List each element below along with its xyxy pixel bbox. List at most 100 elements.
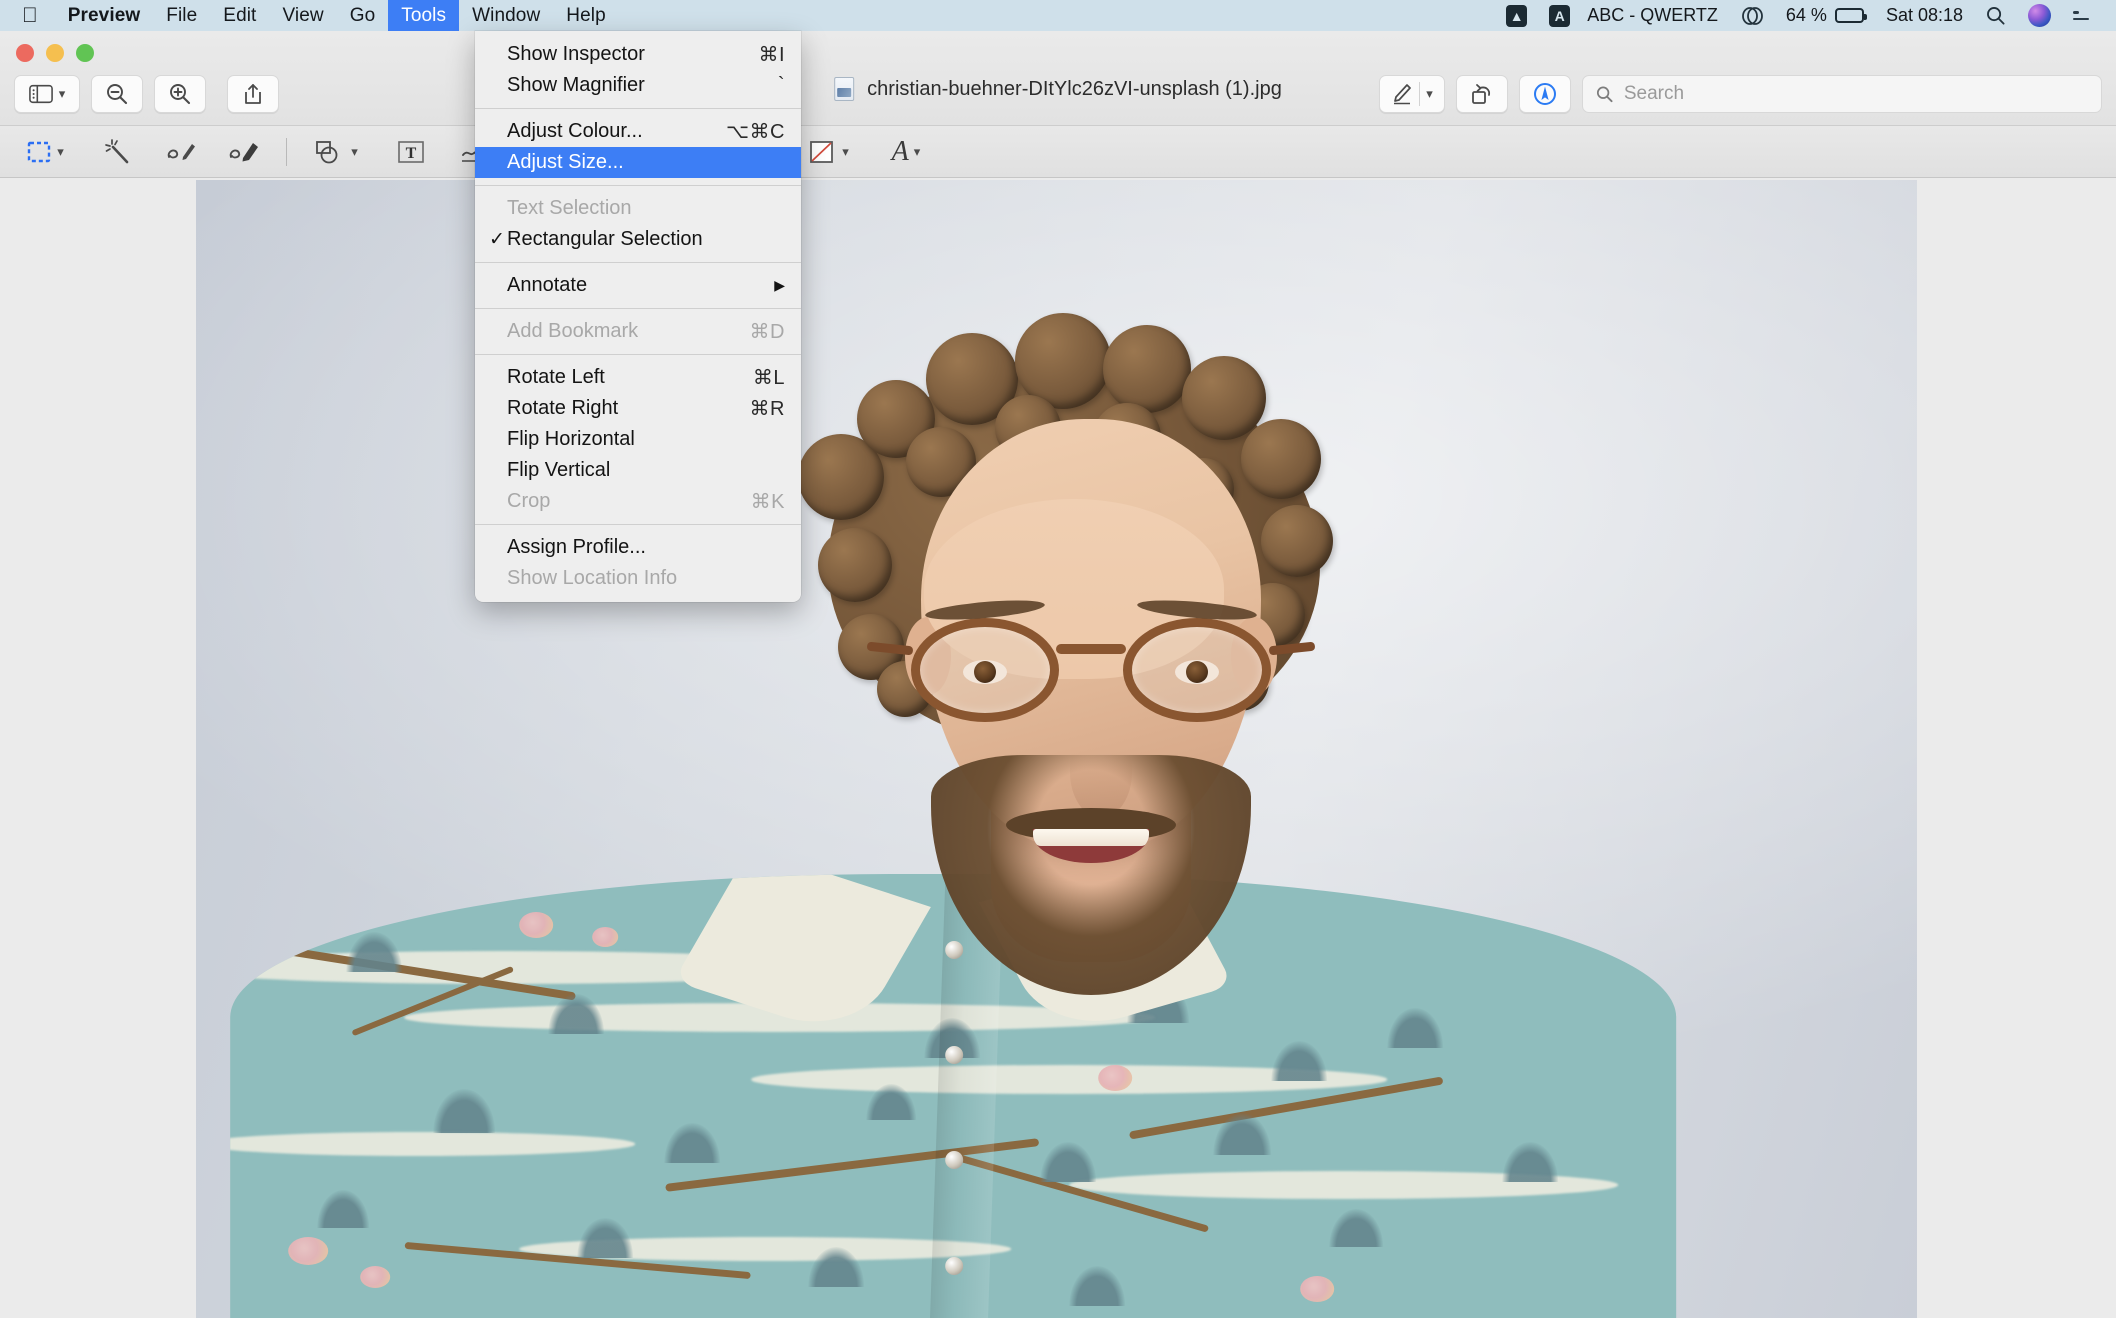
menu-item-rectangular-selection[interactable]: ✓ Rectangular Selection <box>475 224 801 255</box>
draw-marker-icon <box>229 142 258 161</box>
menu-item-shortcut: ⌥⌘C <box>726 121 785 143</box>
keyboard-badge-icon: A <box>1549 4 1571 27</box>
shirt-button <box>945 1256 964 1275</box>
zoom-in-button[interactable] <box>154 75 206 113</box>
instant-alpha-tool-button[interactable] <box>94 132 142 172</box>
menu-separator <box>475 524 801 525</box>
window-titlebar: ▾ christian-buehner-DItYlc26zVI-unsplash… <box>0 31 2116 126</box>
menu-item-rotate-left[interactable]: Rotate Left ⌘L <box>475 362 801 393</box>
menu-item-shortcut: ⌘L <box>752 367 785 389</box>
teeth <box>1032 828 1149 846</box>
selection-rect-icon <box>28 141 51 162</box>
minimize-button[interactable] <box>46 44 64 62</box>
menu-go[interactable]: Go <box>337 0 389 31</box>
menu-item-shortcut: ⌘R <box>749 398 785 420</box>
toolbar-divider <box>286 137 287 166</box>
zoom-out-button[interactable] <box>91 75 143 113</box>
search-icon <box>1596 86 1613 103</box>
search-input[interactable] <box>1623 83 2089 105</box>
screen-mirroring-icon[interactable] <box>1729 0 1775 31</box>
menu-bar-items:  Preview File Edit View Go Tools Window… <box>0 0 619 31</box>
keyboard-layout-label[interactable]: ABC - QWERTZ <box>1581 0 1729 31</box>
control-center-icon[interactable] <box>2062 0 2100 31</box>
markup-tool-button[interactable]: ▾ <box>1379 75 1445 113</box>
chevron-down-icon: ▾ <box>842 143 849 159</box>
shirt-button <box>945 1151 964 1170</box>
portrait-subject <box>196 180 1917 1318</box>
submenu-arrow-icon: ▶ <box>774 277 785 293</box>
menu-item-shortcut: ` <box>777 74 785 96</box>
checkmark-icon: ✓ <box>489 229 505 250</box>
pen-icon <box>1394 84 1412 105</box>
document-title-bar[interactable]: christian-buehner-DItYlc26zVI-unsplash (… <box>834 77 1282 101</box>
menu-tools[interactable]: Tools <box>388 0 460 31</box>
menu-item-flip-horizontal[interactable]: Flip Horizontal <box>475 424 801 455</box>
chevron-down-icon: ▾ <box>351 143 358 159</box>
menu-separator <box>475 308 801 309</box>
magic-wand-icon <box>105 138 129 163</box>
menu-preview[interactable]: Preview <box>55 0 154 31</box>
text-box-icon: T <box>398 140 424 163</box>
zoom-button[interactable] <box>76 44 94 62</box>
share-button[interactable] <box>227 75 279 113</box>
dropbox-icon[interactable]: ▲ <box>1495 0 1538 31</box>
battery-icon <box>1834 8 1867 23</box>
shape-style-button[interactable]: ▾ <box>797 132 859 172</box>
chevron-down-icon: ▾ <box>58 86 66 101</box>
menu-separator <box>475 354 801 355</box>
menu-item-label: Add Bookmark <box>507 320 639 342</box>
close-button[interactable] <box>16 44 34 62</box>
menu-view[interactable]: View <box>269 0 336 31</box>
menu-item-adjust-size[interactable]: Adjust Size... <box>475 147 801 178</box>
macos-menu-bar:  Preview File Edit View Go Tools Window… <box>0 0 2116 31</box>
menu-item-assign-profile[interactable]: Assign Profile... <box>475 532 801 563</box>
document-title-label: christian-buehner-DItYlc26zVI-unsplash (… <box>867 77 1282 100</box>
menu-item-adjust-colour[interactable]: Adjust Colour... ⌥⌘C <box>475 116 801 147</box>
iris-right <box>1185 661 1208 684</box>
apple-logo-icon[interactable]:  <box>0 0 55 31</box>
siri-icon[interactable] <box>2017 0 2062 31</box>
text-style-button[interactable]: A ▾ <box>875 132 937 172</box>
menu-item-label: Text Selection <box>507 197 632 219</box>
sidebar-toggle-button[interactable]: ▾ <box>14 75 80 113</box>
shirt-button <box>945 1046 964 1065</box>
tools-dropdown-menu[interactable]: Show Inspector ⌘I Show Magnifier ` Adjust Co… <box>475 31 801 602</box>
input-source-badge-icon[interactable]: A <box>1538 0 1581 31</box>
photo-image[interactable] <box>196 180 1917 1318</box>
menu-item-add-bookmark: Add Bookmark ⌘D <box>475 316 801 347</box>
search-glyph-icon <box>1987 7 2005 25</box>
rotate-button[interactable] <box>1456 75 1508 113</box>
menu-item-show-magnifier[interactable]: Show Magnifier ` <box>475 70 801 101</box>
shapes-icon <box>316 140 338 163</box>
rectangular-selection-tool-button[interactable]: ▾ <box>14 132 76 172</box>
menu-edit[interactable]: Edit <box>210 0 269 31</box>
battery-status[interactable]: 64 % <box>1775 0 1875 31</box>
menu-window[interactable]: Window <box>459 0 553 31</box>
menu-separator <box>475 185 801 186</box>
menu-item-flip-vertical[interactable]: Flip Vertical <box>475 455 801 486</box>
clock[interactable]: Sat 08:18 <box>1875 0 1974 31</box>
menu-item-label: Flip Vertical <box>507 459 611 481</box>
text-tool-button[interactable]: T <box>387 132 435 172</box>
menu-item-label: Rotate Right <box>507 397 619 419</box>
menu-item-annotate[interactable]: Annotate ▶ <box>475 270 801 301</box>
shapes-tool-button[interactable]: ▾ <box>305 132 367 172</box>
chevron-down-icon: ▾ <box>57 143 64 159</box>
menu-item-show-inspector[interactable]: Show Inspector ⌘I <box>475 39 801 70</box>
markup-toolbar-toggle-button[interactable] <box>1519 75 1571 113</box>
menu-help[interactable]: Help <box>553 0 618 31</box>
draw-tool-button[interactable] <box>220 132 268 172</box>
menu-item-rotate-right[interactable]: Rotate Right ⌘R <box>475 393 801 424</box>
sketch-tool-button[interactable] <box>158 132 206 172</box>
menu-item-label: Rectangular Selection <box>507 228 703 250</box>
search-field[interactable] <box>1582 75 2102 113</box>
document-canvas[interactable] <box>0 180 2116 1318</box>
chevron-down-icon: ▾ <box>1426 86 1433 101</box>
svg-text:T: T <box>406 145 417 162</box>
share-icon <box>245 84 261 104</box>
dropbox-glyph-icon: ▲ <box>1506 4 1528 27</box>
document-file-icon <box>834 77 855 101</box>
menu-separator <box>475 262 801 263</box>
spotlight-search-icon[interactable] <box>1974 0 2017 31</box>
menu-file[interactable]: File <box>153 0 210 31</box>
